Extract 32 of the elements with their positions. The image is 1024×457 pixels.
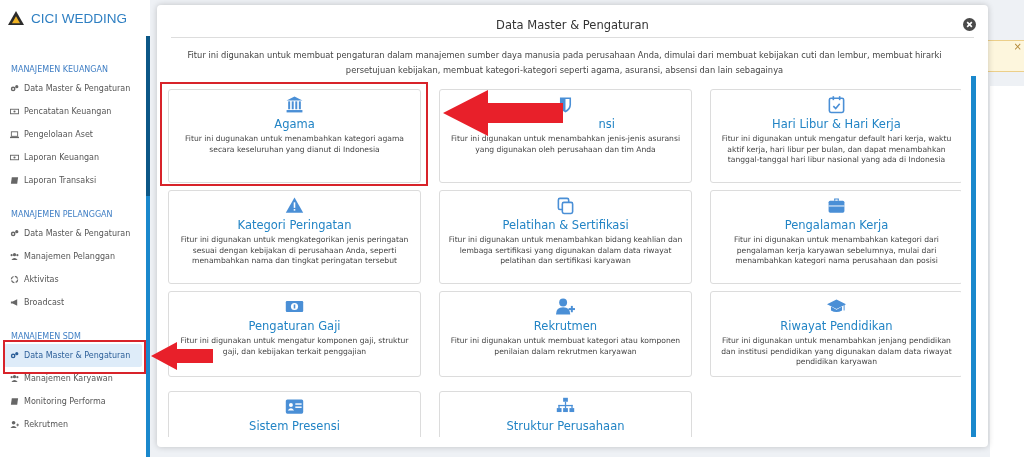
card-title: Struktur Perusahaan [506, 419, 625, 433]
sidebar-item[interactable]: Laporan Transaksi [0, 169, 142, 192]
sidebar-item[interactable]: Laporan Keuangan [0, 146, 142, 169]
sidebar-item[interactable]: Data Master & Pengaturan [0, 77, 142, 100]
sidebar-item[interactable]: Rekrutmen [0, 413, 142, 436]
card-title: Pengaturan Gaji [248, 319, 341, 333]
modal-title: Data Master & Pengaturan [496, 18, 649, 32]
feature-card[interactable]: Struktur Perusahaan [439, 391, 692, 437]
section-heading: MANAJEMEN SDM [10, 332, 82, 341]
sidebar-item[interactable]: Pengelolaan Aset [0, 123, 142, 146]
sidebar-item[interactable]: Manajemen Pelanggan [0, 245, 142, 268]
section-heading: MANAJEMEN KEUANGAN [10, 65, 109, 74]
card-title: nsi [598, 117, 615, 131]
sidebar-item[interactable]: Data Master & Pengaturan [4, 344, 142, 367]
card-title: Pengalaman Kerja [784, 218, 889, 232]
card-title: Kategori Peringatan [237, 218, 352, 232]
sidebar-item[interactable]: Aktivitas [0, 268, 142, 291]
brand-name: CICI WEDDING [31, 10, 127, 26]
card-title: Pelatihan & Sertifikasi [502, 218, 629, 232]
sidebar-item[interactable]: Monitoring Performa [0, 390, 142, 413]
feature-card[interactable]: Sistem Presensi [168, 391, 421, 437]
card-title: Rekrutmen [533, 319, 598, 333]
card-title: Riwayat Pendidikan [780, 319, 893, 333]
card-title: Agama [274, 117, 315, 131]
card-title: Hari Libur & Hari Kerja [772, 117, 901, 131]
sidebar-item[interactable]: Broadcast [0, 291, 142, 314]
card-title: Sistem Presensi [249, 419, 340, 433]
section-heading: MANAJEMEN PELANGGAN [10, 210, 114, 219]
intro-text: Fitur ini digunakan untuk membuat pengaturan dalam manajemen sumber daya manusia pada perusahaan Anda, dimulai dari membuat kebijakan cuti dan lembur, membuat hirarki persetujuan kebijakan, membuat kategori-kategori seperti agama, asuransi, absensi dan lain sebagainya [186, 49, 943, 77]
sidebar-item[interactable]: Manajemen Karyawan [0, 367, 142, 390]
sidebar-item[interactable]: Data Master & Pengaturan [0, 222, 142, 245]
sidebar-item[interactable]: Pencatatan Keuangan [0, 100, 142, 123]
